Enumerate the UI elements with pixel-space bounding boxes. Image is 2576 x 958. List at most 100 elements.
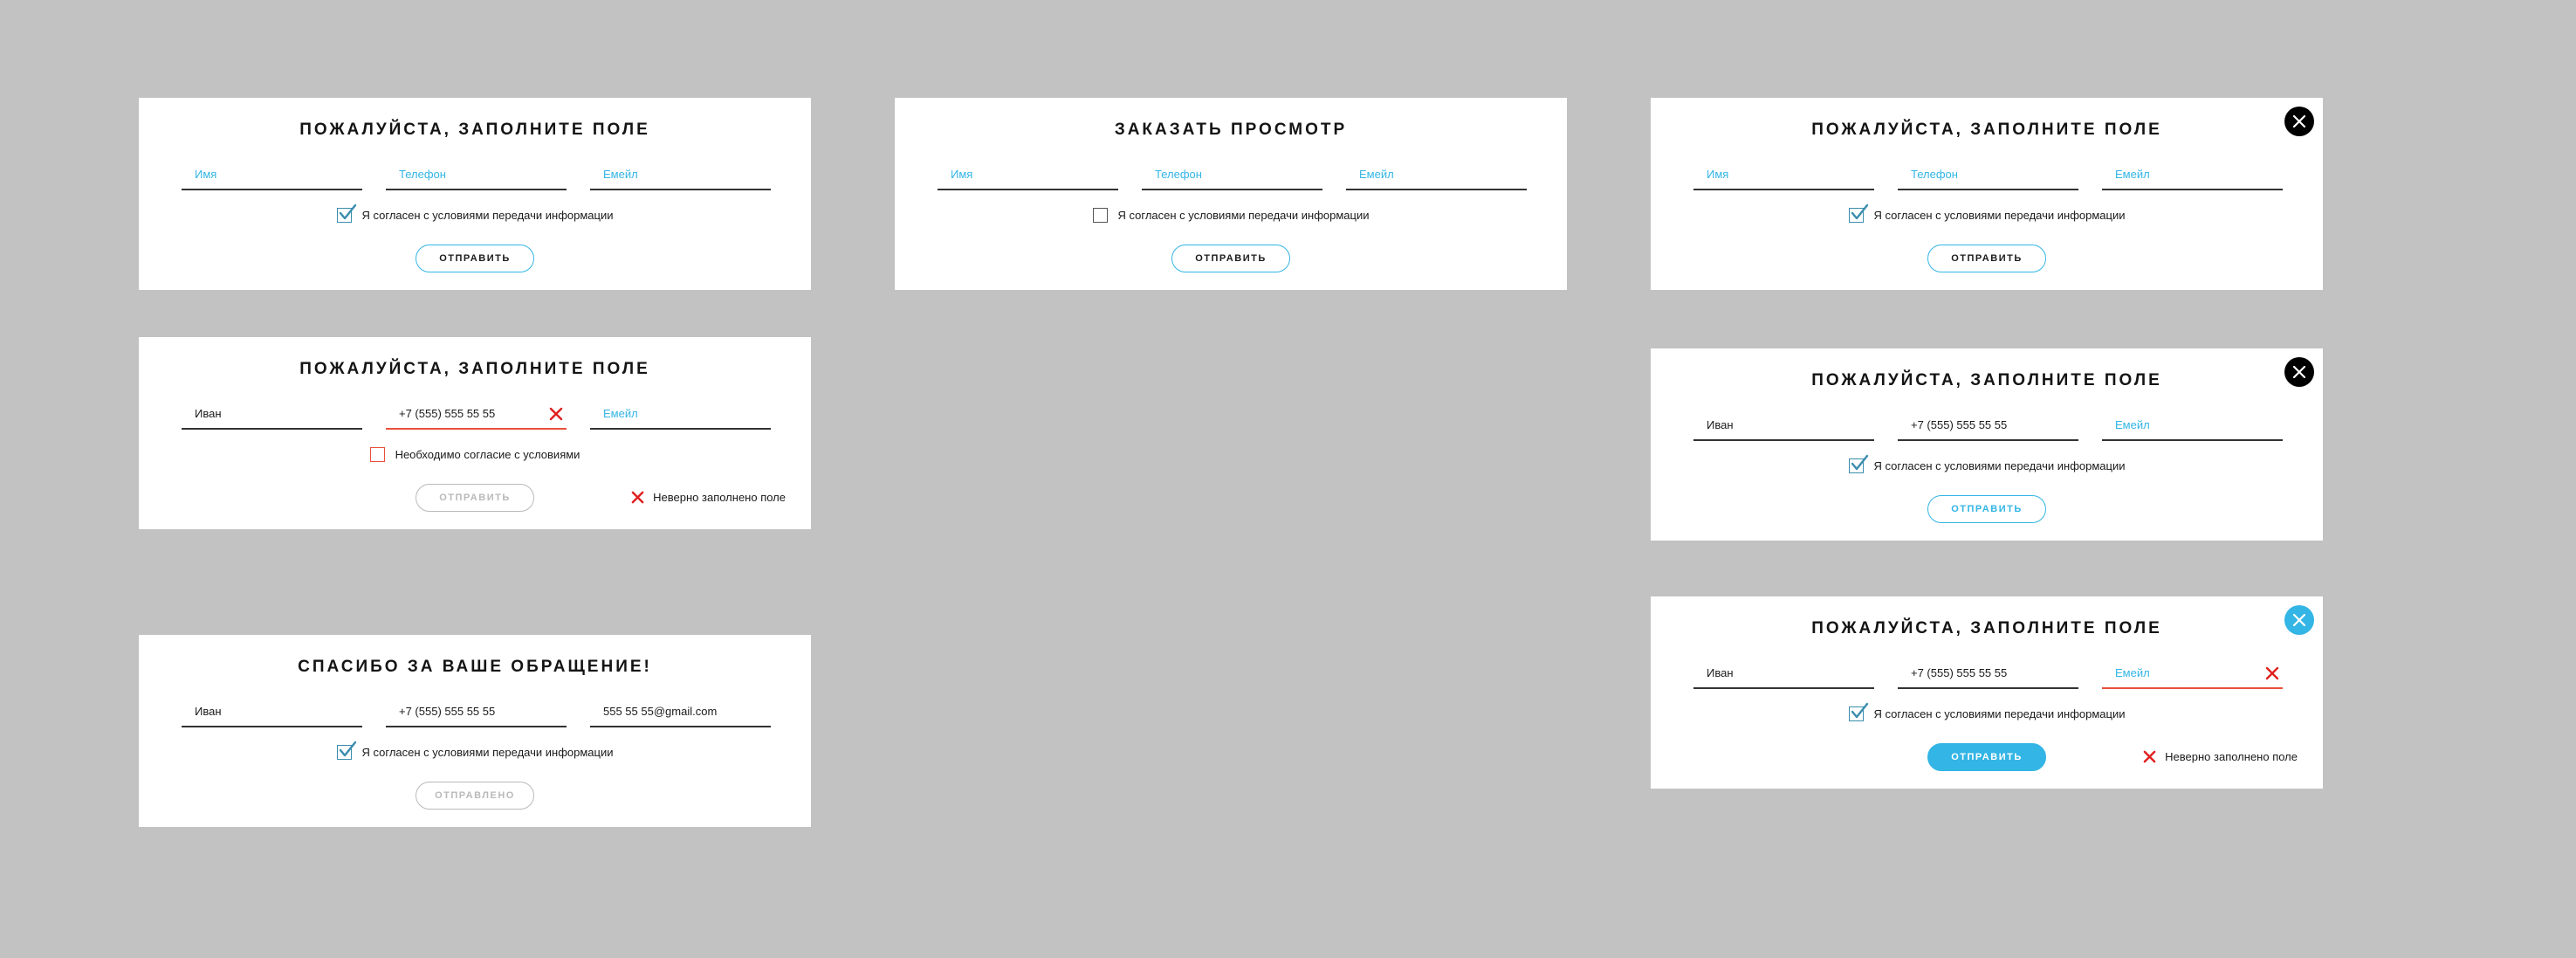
form-fields: Имя Телефон Емейл: [182, 162, 771, 190]
checkmark-icon: [1851, 203, 1868, 220]
phone-value: +7 (555) 555 55 55: [399, 407, 496, 420]
form-fields: Иван +7 (555) 555 55 55 555 55 55@gmail.…: [182, 700, 771, 727]
email-input[interactable]: 555 55 55@gmail.com: [590, 700, 771, 727]
submit-button[interactable]: ОТПРАВИТЬ: [1927, 743, 2046, 771]
email-placeholder: Емейл: [603, 168, 638, 181]
form-fields: Иван +7 (555) 555 55 55 Емейл: [182, 402, 771, 430]
error-message: Неверно заполнено поле: [631, 491, 786, 504]
email-placeholder: Емейл: [2115, 418, 2150, 431]
phone-input[interactable]: Телефон: [1898, 162, 2078, 190]
form-fields: Иван +7 (555) 555 55 55 Емейл: [1693, 413, 2283, 441]
phone-input[interactable]: Телефон: [1142, 162, 1322, 190]
form-card-order-viewing: ЗАКАЗАТЬ ПРОСМОТР Имя Телефон Емейл Я со…: [895, 98, 1567, 290]
phone-placeholder: Телефон: [399, 168, 446, 181]
consent-checkbox[interactable]: [1848, 702, 1868, 721]
error-x-icon: [631, 491, 644, 504]
phone-input[interactable]: +7 (555) 555 55 55: [386, 700, 567, 727]
form-title: ПОЖАЛУЙСТА, ЗАПОЛНИТЕ ПОЛЕ: [299, 360, 650, 378]
form-title: ЗАКАЗАТЬ ПРОСМОТР: [1114, 121, 1348, 139]
submit-button[interactable]: ОТПРАВИТЬ: [1927, 245, 2046, 272]
name-input[interactable]: Имя: [1693, 162, 1874, 190]
error-text: Неверно заполнено поле: [2165, 750, 2298, 763]
checkmark-icon: [339, 741, 356, 757]
consent-row: Я согласен с условиями передачи информац…: [139, 741, 811, 760]
phone-value: +7 (555) 555 55 55: [1911, 666, 2008, 679]
consent-checkbox[interactable]: [1092, 208, 1108, 223]
consent-row: Я согласен с условиями передачи информац…: [1651, 203, 2323, 223]
form-card-email-error: ПОЖАЛУЙСТА, ЗАПОЛНИТЕ ПОЛЕ Иван +7 (555)…: [1651, 596, 2323, 789]
consent-label: Я согласен с условиями передачи информац…: [1873, 209, 2126, 222]
form-title: ПОЖАЛУЙСТА, ЗАПОЛНИТЕ ПОЛЕ: [1811, 121, 2162, 139]
form-title: ПОЖАЛУЙСТА, ЗАПОЛНИТЕ ПОЛЕ: [1811, 371, 2162, 389]
consent-checkbox[interactable]: [1848, 454, 1868, 473]
email-placeholder: Емейл: [2115, 666, 2150, 679]
submit-button[interactable]: ОТПРАВИТЬ: [416, 484, 534, 512]
name-placeholder: Имя: [195, 168, 217, 181]
name-input[interactable]: Иван: [1693, 661, 1874, 689]
consent-row: Я согласен с условиями передачи информац…: [895, 208, 1567, 223]
consent-checkbox[interactable]: [336, 741, 356, 760]
email-input[interactable]: Емейл: [2102, 661, 2283, 689]
name-value: Иван: [195, 705, 222, 718]
error-x-icon: [2143, 750, 2156, 763]
form-card-success: СПАСИБО ЗА ВАШЕ ОБРАЩЕНИЕ! Иван +7 (555)…: [139, 635, 811, 827]
form-card-default: ПОЖАЛУЙСТА, ЗАПОЛНИТЕ ПОЛЕ Имя Телефон Е…: [139, 98, 811, 290]
phone-input[interactable]: Телефон: [386, 162, 567, 190]
consent-row: Я согласен с условиями передачи информац…: [1651, 454, 2323, 473]
email-value: 555 55 55@gmail.com: [603, 705, 718, 718]
email-input[interactable]: Емейл: [1346, 162, 1527, 190]
name-input[interactable]: Имя: [182, 162, 362, 190]
form-fields: Имя Телефон Емейл: [938, 162, 1527, 190]
email-placeholder: Емейл: [2115, 168, 2150, 181]
consent-row: Я согласен с условиями передачи информац…: [1651, 702, 2323, 721]
name-input[interactable]: Иван: [182, 402, 362, 430]
error-x-icon: [549, 407, 563, 421]
consent-checkbox[interactable]: [369, 447, 385, 462]
submit-button[interactable]: ОТПРАВИТЬ: [416, 245, 534, 272]
form-title: СПАСИБО ЗА ВАШЕ ОБРАЩЕНИЕ!: [298, 658, 652, 676]
form-title: ПОЖАЛУЙСТА, ЗАПОЛНИТЕ ПОЛЕ: [299, 121, 650, 139]
submit-button[interactable]: ОТПРАВИТЬ: [1171, 245, 1290, 272]
consent-checkbox[interactable]: [336, 203, 356, 223]
consent-row: Необходимо согласие с условиями: [139, 447, 811, 462]
consent-label: Я согласен с условиями передачи информац…: [1873, 459, 2126, 472]
email-input[interactable]: Емейл: [2102, 162, 2283, 190]
consent-checkbox[interactable]: [1848, 203, 1868, 223]
name-input[interactable]: Имя: [938, 162, 1118, 190]
form-title: ПОЖАЛУЙСТА, ЗАПОЛНИТЕ ПОЛЕ: [1811, 619, 2162, 638]
error-x-icon: [2265, 666, 2279, 680]
phone-placeholder: Телефон: [1155, 168, 1202, 181]
phone-input[interactable]: +7 (555) 555 55 55: [1898, 413, 2078, 441]
name-value: Иван: [1707, 666, 1734, 679]
form-card-error: ПОЖАЛУЙСТА, ЗАПОЛНИТЕ ПОЛЕ Иван +7 (555)…: [139, 337, 811, 529]
name-input[interactable]: Иван: [182, 700, 362, 727]
email-input[interactable]: Емейл: [590, 402, 771, 430]
consent-label: Я согласен с условиями передачи информац…: [1117, 209, 1370, 222]
consent-label: Я согласен с условиями передачи информац…: [361, 746, 614, 759]
form-fields: Иван +7 (555) 555 55 55 Емейл: [1693, 661, 2283, 689]
submit-button[interactable]: ОТПРАВИТЬ: [1927, 495, 2046, 523]
email-input[interactable]: Емейл: [2102, 413, 2283, 441]
name-value: Иван: [195, 407, 222, 420]
consent-label: Необходимо согласие с условиями: [395, 448, 580, 461]
email-placeholder: Емейл: [603, 407, 638, 420]
email-placeholder: Емейл: [1359, 168, 1394, 181]
name-placeholder: Имя: [1707, 168, 1729, 181]
phone-value: +7 (555) 555 55 55: [1911, 418, 2008, 431]
name-placeholder: Имя: [951, 168, 973, 181]
name-input[interactable]: Иван: [1693, 413, 1874, 441]
sent-button[interactable]: ОТПРАВЛЕНО: [416, 782, 534, 810]
phone-input[interactable]: +7 (555) 555 55 55: [386, 402, 567, 430]
email-input[interactable]: Емейл: [590, 162, 771, 190]
phone-input[interactable]: +7 (555) 555 55 55: [1898, 661, 2078, 689]
form-fields: Имя Телефон Емейл: [1693, 162, 2283, 190]
form-card-filled-modal: ПОЖАЛУЙСТА, ЗАПОЛНИТЕ ПОЛЕ Иван +7 (555)…: [1651, 348, 2323, 541]
phone-value: +7 (555) 555 55 55: [399, 705, 496, 718]
checkmark-icon: [339, 203, 356, 220]
checkmark-icon: [1851, 702, 1868, 719]
name-value: Иван: [1707, 418, 1734, 431]
checkmark-icon: [1851, 454, 1868, 471]
consent-label: Я согласен с условиями передачи информац…: [361, 209, 614, 222]
consent-label: Я согласен с условиями передачи информац…: [1873, 707, 2126, 720]
phone-placeholder: Телефон: [1911, 168, 1958, 181]
